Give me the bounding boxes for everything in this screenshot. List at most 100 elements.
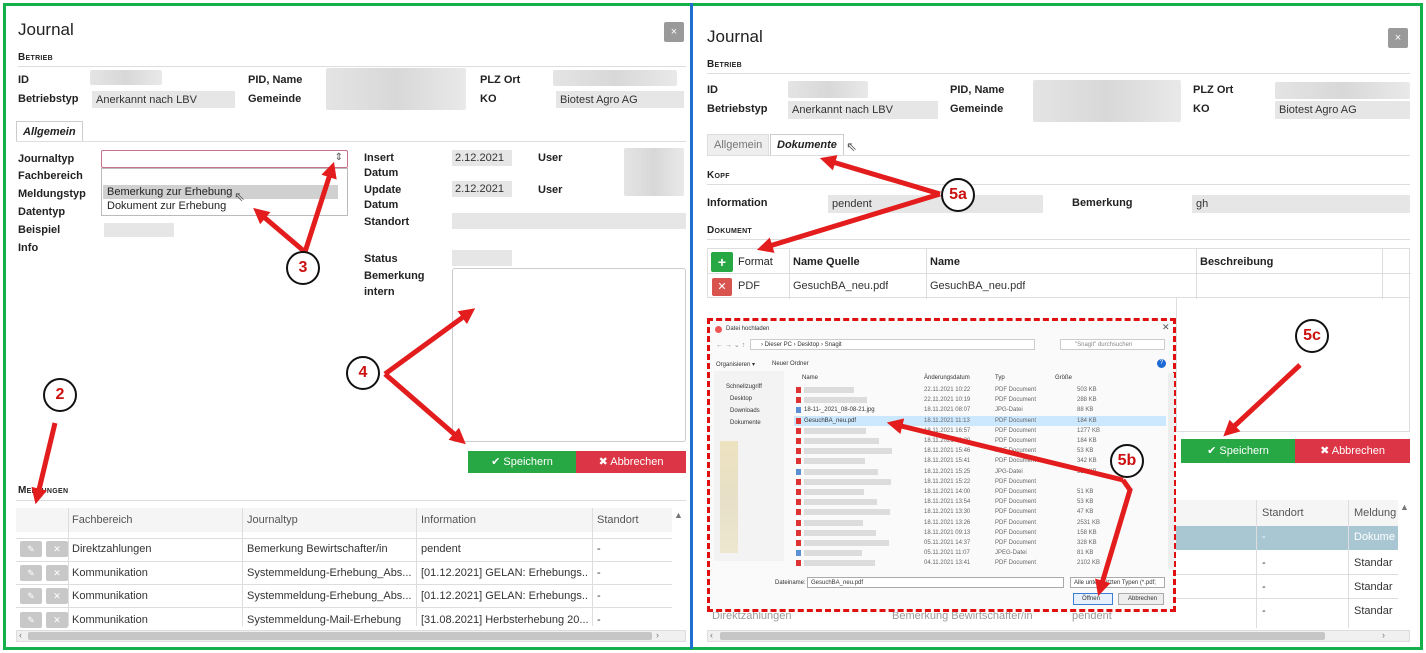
panel-divider	[690, 3, 693, 649]
status-label: Status	[364, 253, 398, 265]
file-row[interactable]: 18.11.2021 14:00 PDF Document 51 KB	[794, 487, 1166, 497]
dropdown-option-bemerkung[interactable]: Bemerkung zur Erhebung	[103, 185, 338, 199]
right-cancel-button[interactable]: ✖ Abbrechen	[1295, 439, 1410, 463]
pdf-file-icon	[796, 509, 801, 516]
scroll-left-icon[interactable]: ‹	[19, 630, 22, 640]
pdf-file-icon	[796, 560, 801, 567]
delete-icon[interactable]: ✕	[46, 612, 68, 628]
right-tab-allgemein[interactable]: Allgemein	[707, 134, 770, 155]
open-button[interactable]: Öffnen	[1073, 593, 1113, 605]
bemerkung-textarea[interactable]	[452, 268, 686, 442]
col-format[interactable]: Format	[738, 256, 773, 268]
col-information[interactable]: Information	[421, 514, 476, 526]
edit-icon[interactable]: ✎	[20, 541, 42, 557]
filetype-select[interactable]: Alle unterstützten Typen (*.pdf;	[1074, 580, 1156, 586]
dropdown-option-dokument[interactable]: Dokument zur Erhebung	[103, 199, 338, 213]
left-tab-allgemein[interactable]: Allgemein	[16, 121, 83, 142]
col-standort-right[interactable]: Standort	[1262, 507, 1304, 519]
sidebar-schnellzugriff[interactable]: Schnellzugriff	[726, 384, 762, 390]
delete-icon[interactable]: ✕	[46, 541, 68, 557]
col-file-size[interactable]: Größe	[1055, 375, 1072, 381]
new-folder-button[interactable]: Neuer Ordner	[772, 361, 809, 367]
file-row[interactable]: 18.11.2021 09:13 PDF Document 158 KB	[794, 528, 1166, 538]
left-cancel-button[interactable]: ✖ Abbrechen	[576, 451, 686, 473]
right-scroll-thumb[interactable]	[720, 632, 1325, 640]
right-bemerkung-label: Bemerkung	[1072, 197, 1133, 209]
right-id-label: ID	[707, 84, 718, 96]
insert-value: 2.12.2021	[452, 150, 512, 166]
col-file-name[interactable]: Name	[802, 375, 818, 381]
col-journaltyp[interactable]: Journaltyp	[247, 514, 298, 526]
col-name-quelle[interactable]: Name Quelle	[793, 256, 860, 268]
col-fachbereich[interactable]: Fachbereich	[72, 514, 133, 526]
col-file-type[interactable]: Typ	[995, 375, 1005, 381]
file-row[interactable]: 05.11.2021 14:37 PDF Document 328 KB	[794, 538, 1166, 548]
left-pid-label: PID, Name	[248, 74, 303, 86]
scroll-up-icon[interactable]: ▲	[674, 510, 683, 520]
file-row[interactable]: 18.11.2021 15:25 JPG-Datei 538 KB	[794, 467, 1166, 477]
pdf-file-icon	[796, 540, 801, 546]
left-close-button[interactable]: ×	[664, 22, 684, 42]
right-id-value	[788, 81, 868, 98]
pdf-file-icon	[796, 387, 801, 393]
meldungen-table: Fachbereich Journaltyp Information Stand…	[16, 508, 686, 628]
left-pid-value	[326, 68, 466, 110]
sidebar-downloads[interactable]: Downloads	[730, 408, 760, 414]
edit-icon[interactable]: ✎	[20, 588, 42, 604]
col-standort[interactable]: Standort	[597, 514, 639, 526]
help-icon[interactable]: ?	[1157, 359, 1166, 368]
right-close-button[interactable]: ×	[1388, 28, 1408, 48]
dialog-close-icon[interactable]: ✕	[1162, 322, 1170, 333]
information-label: Information	[707, 197, 768, 209]
delete-icon[interactable]: ✕	[46, 588, 68, 604]
pdf-file-icon	[796, 458, 801, 465]
beispiel-label: Beispiel	[18, 224, 61, 236]
right-save-button[interactable]: ✔ Speichern	[1181, 439, 1295, 463]
sidebar-dokumente[interactable]: Dokumente	[730, 420, 761, 426]
journaltyp-select[interactable]: ⇕	[101, 150, 348, 168]
dialog-path[interactable]: › Dieser PC › Desktop › Snagit	[761, 342, 842, 348]
file-row[interactable]: 18.11.2021 13:30 PDF Document 47 KB	[794, 507, 1166, 517]
left-scroll-thumb[interactable]	[28, 632, 652, 640]
file-row[interactable]: 05.11.2021 11:07 JPEG-Datei 81 KB	[794, 548, 1166, 558]
delete-dokument-icon[interactable]: ✕	[712, 278, 732, 296]
col-file-date[interactable]: Änderungsdatum	[924, 375, 970, 381]
file-row[interactable]: 22.11.2021 10:19 PDF Document 288 KB	[794, 395, 1166, 405]
file-row[interactable]: 18.11.2021 16:30 PDF Document 184 KB	[794, 436, 1166, 446]
sidebar-desktop[interactable]: Desktop	[730, 396, 752, 402]
add-dokument-button[interactable]: +	[711, 252, 733, 272]
file-row[interactable]: 18.11.2021 16:57 PDF Document 1277 KB	[794, 426, 1166, 436]
file-row[interactable]: 18-11-_2021_08-08-21.jpg 18.11.2021 08:07…	[794, 405, 1166, 415]
dialog-search[interactable]: "Snagit" durchsuchen	[1075, 342, 1132, 348]
col-name[interactable]: Name	[930, 256, 960, 268]
standort-label: Standort	[364, 216, 410, 228]
table-row[interactable]: - Dokume	[1176, 526, 1398, 550]
file-row[interactable]: 04.11.2021 13:41 PDF Document 2102 KB	[794, 558, 1166, 568]
edit-icon[interactable]: ✎	[20, 565, 42, 581]
scroll-left-icon[interactable]: ‹	[710, 630, 713, 640]
bemerkung-intern-label: intern	[364, 286, 395, 298]
file-row[interactable]: 18.11.2021 13:54 PDF Document 53 KB	[794, 497, 1166, 507]
right-betrieb-title: Betrieb	[707, 59, 742, 70]
left-plz-value	[553, 70, 677, 86]
scroll-right-icon[interactable]: ›	[656, 630, 659, 640]
beispiel-field	[104, 223, 174, 237]
col-meldung-right[interactable]: Meldung	[1354, 507, 1396, 519]
delete-icon[interactable]: ✕	[46, 565, 68, 581]
scroll-right-icon[interactable]: ›	[1382, 630, 1385, 640]
meldungstyp-label: Meldungstyp	[18, 188, 86, 200]
organize-button[interactable]: Organisieren ▾	[716, 361, 755, 368]
file-row[interactable]: 18.11.2021 13:26 PDF Document 2531 KB	[794, 518, 1166, 528]
file-row[interactable]: 22.11.2021 10:22 PDF Document 503 KB	[794, 385, 1166, 395]
left-save-button[interactable]: ✔ Speichern	[468, 451, 576, 473]
file-row[interactable]: GesuchBA_neu.pdf 18.11.2021 11:13 PDF Docu…	[794, 415, 1166, 426]
back-forward-icons[interactable]: ← → ⌄ ↑	[716, 341, 745, 349]
standort-field	[452, 213, 686, 229]
right-tab-dokumente[interactable]: Dokumente	[770, 134, 844, 155]
scroll-up-icon[interactable]: ▲	[1400, 502, 1409, 512]
edit-icon[interactable]: ✎	[20, 612, 42, 628]
file-row[interactable]: 18.11.2021 15:22 PDF Document	[794, 477, 1166, 487]
dialog-cancel-button[interactable]: Abbrechen	[1118, 593, 1164, 605]
filename-input[interactable]: GesuchBA_neu.pdf	[811, 580, 863, 586]
col-beschreibung[interactable]: Beschreibung	[1200, 256, 1273, 268]
